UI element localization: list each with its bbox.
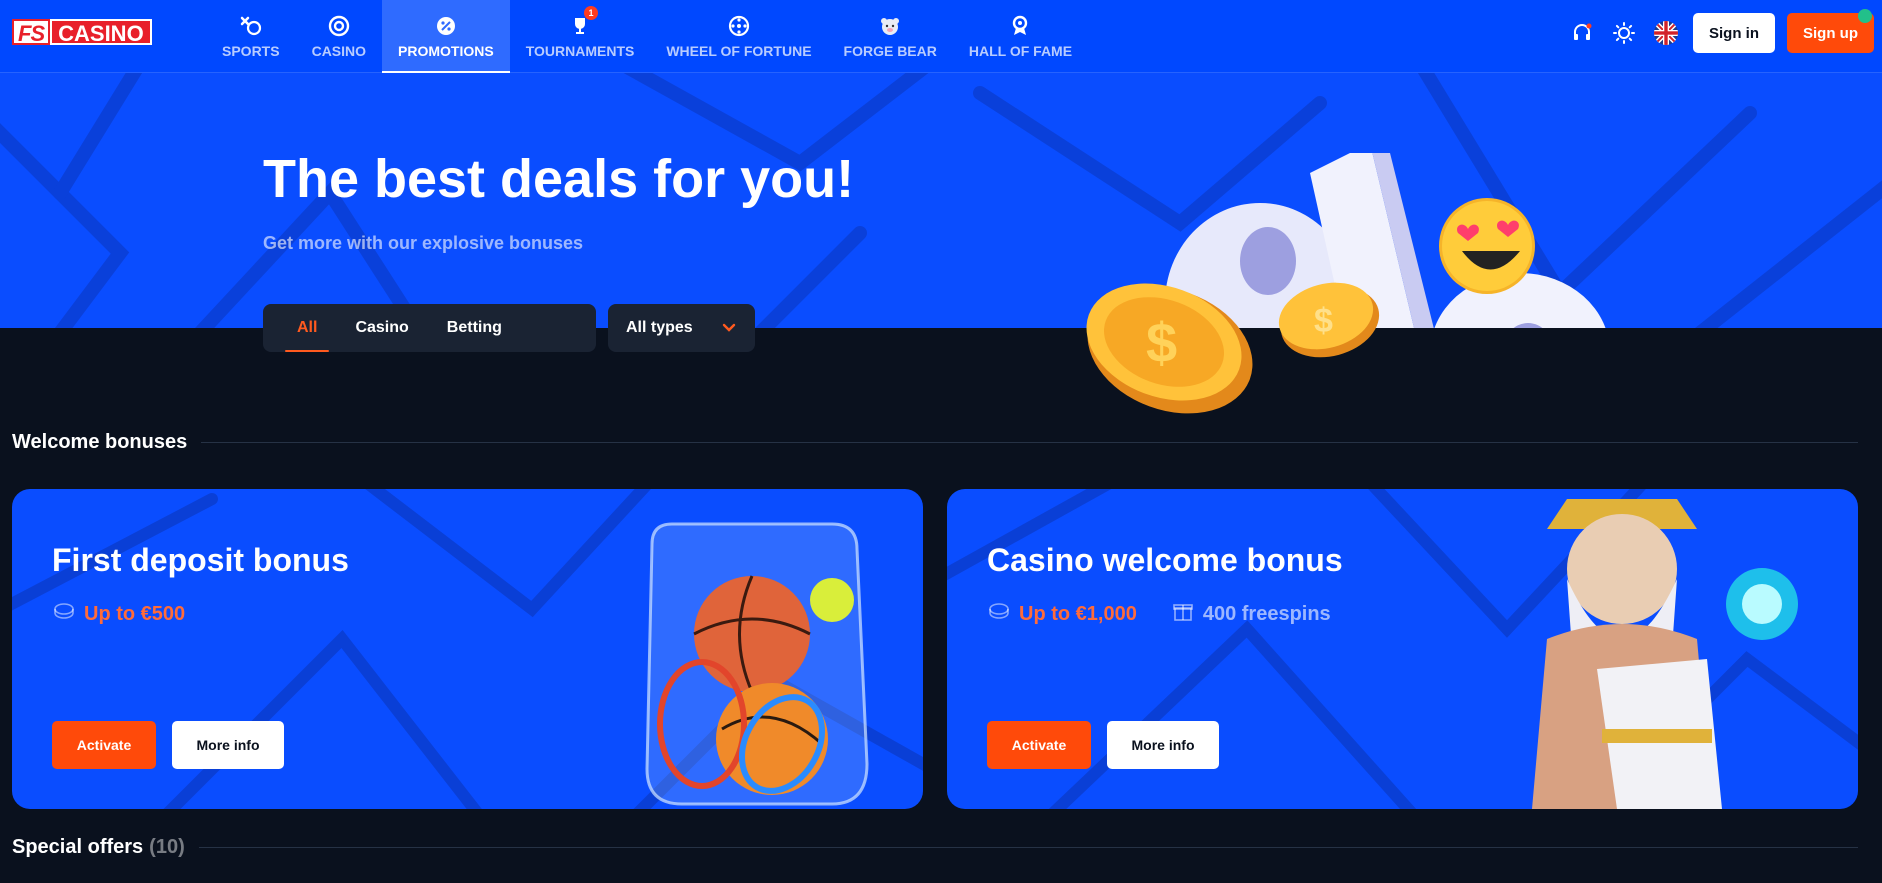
nav-label: FORGE BEAR bbox=[843, 43, 937, 59]
hero-banner: The best deals for you! Get more with ou… bbox=[0, 73, 1882, 328]
coins-icon bbox=[987, 599, 1011, 629]
nav-label: PROMOTIONS bbox=[398, 43, 494, 59]
category-tabs: All Casino Betting bbox=[263, 304, 596, 352]
nav-item-forge-bear[interactable]: FORGE BEAR bbox=[828, 0, 953, 73]
tournaments-badge: 1 bbox=[584, 6, 599, 20]
more-info-button[interactable]: More info bbox=[172, 721, 284, 769]
nav-item-wheel-of-fortune[interactable]: WHEEL OF FORTUNE bbox=[650, 0, 827, 73]
sign-up-label: Sign up bbox=[1803, 24, 1858, 42]
section-divider bbox=[201, 442, 1858, 443]
card-actions: Activate More info bbox=[52, 721, 284, 769]
freespins-text: 400 freespins bbox=[1202, 602, 1331, 625]
logo-fs-text: FS bbox=[12, 19, 51, 46]
section-count: (10) bbox=[149, 836, 185, 858]
bonus-card-casino-welcome: Casino welcome bonus Up to €1,000 400 fr… bbox=[947, 489, 1858, 809]
sports-icon bbox=[239, 14, 263, 38]
more-info-button[interactable]: More info bbox=[1107, 721, 1219, 769]
nav-item-casino[interactable]: CASINO bbox=[296, 0, 382, 73]
tab-casino[interactable]: Casino bbox=[343, 304, 420, 352]
nav-label: SPORTS bbox=[222, 43, 280, 59]
nav-item-tournaments[interactable]: 1 TOURNAMENTS bbox=[510, 0, 651, 73]
nav-item-sports[interactable]: SPORTS bbox=[206, 0, 296, 73]
zeus-character-illustration bbox=[1532, 499, 1798, 809]
welcome-bonuses-header: Welcome bonuses bbox=[12, 431, 1858, 454]
nav-label: TOURNAMENTS bbox=[525, 43, 635, 59]
gift-icon bbox=[1171, 599, 1195, 629]
svg-text:$: $ bbox=[1314, 302, 1333, 340]
bonus-card-first-deposit: First deposit bonus Up to €500 Activate … bbox=[12, 489, 923, 809]
coins-icon bbox=[52, 599, 76, 629]
chip-icon bbox=[327, 14, 351, 38]
nav-label: HALL OF FAME bbox=[968, 43, 1073, 59]
logo-casino-text: CASINO bbox=[50, 19, 152, 46]
sign-in-button[interactable]: Sign in bbox=[1693, 13, 1775, 53]
wheel-icon bbox=[727, 14, 751, 38]
nav-item-hall-of-fame[interactable]: HALL OF FAME bbox=[953, 0, 1088, 73]
sun-icon[interactable] bbox=[1609, 18, 1639, 48]
headset-icon[interactable] bbox=[1567, 18, 1597, 48]
card-title: Casino welcome bonus bbox=[987, 542, 1343, 578]
medal-icon bbox=[1008, 14, 1032, 38]
section-title: Welcome bonuses bbox=[12, 431, 188, 453]
section-divider bbox=[198, 847, 1858, 848]
special-offers-header: Special offers (10) bbox=[12, 836, 1858, 859]
tab-betting[interactable]: Betting bbox=[435, 304, 514, 352]
bear-icon bbox=[878, 14, 902, 38]
tab-all[interactable]: All bbox=[285, 304, 330, 352]
type-select[interactable]: All types bbox=[608, 304, 755, 352]
percent-badge-icon bbox=[434, 14, 458, 38]
bonus-amount-text: Up to €500 bbox=[84, 602, 186, 625]
card-meta: Up to €500 bbox=[52, 599, 185, 629]
card-meta: Up to €1,000 400 freespins bbox=[987, 599, 1331, 629]
gift-badge-icon bbox=[1858, 9, 1872, 23]
activate-button[interactable]: Activate bbox=[52, 721, 156, 769]
header-actions: Sign in Sign up bbox=[1567, 9, 1874, 53]
uk-flag-icon[interactable] bbox=[1651, 18, 1681, 48]
svg-text:$: $ bbox=[1146, 311, 1177, 374]
bonus-amount: Up to €1,000 bbox=[987, 599, 1137, 629]
sign-up-button[interactable]: Sign up bbox=[1787, 9, 1874, 53]
bonus-amount: Up to €500 bbox=[52, 599, 185, 629]
top-header: FS CASINO SPORTS CASINO PROMOTIONS 1 TOU… bbox=[0, 0, 1882, 73]
sports-gear-bag-illustration bbox=[645, 522, 869, 806]
main-nav: SPORTS CASINO PROMOTIONS 1 TOURNAMENTS W… bbox=[206, 0, 1088, 73]
freespins: 400 freespins bbox=[1171, 599, 1331, 629]
nav-item-promotions[interactable]: PROMOTIONS bbox=[382, 0, 510, 73]
card-actions: Activate More info bbox=[987, 721, 1219, 769]
fs-casino-logo[interactable]: FS CASINO bbox=[12, 19, 152, 46]
card-title: First deposit bonus bbox=[52, 542, 349, 578]
activate-button[interactable]: Activate bbox=[987, 721, 1091, 769]
nav-label: WHEEL OF FORTUNE bbox=[666, 43, 812, 59]
bonus-amount-text: Up to €1,000 bbox=[1019, 602, 1137, 625]
hero-title: The best deals for you! bbox=[263, 149, 855, 209]
chevron-down-icon bbox=[721, 320, 737, 341]
type-select-value: All types bbox=[626, 319, 693, 336]
section-title: Special offers bbox=[12, 836, 144, 858]
gold-coins-illustration: $ $ bbox=[1086, 282, 1380, 414]
nav-label: CASINO bbox=[311, 43, 367, 59]
hero-subtitle: Get more with our explosive bonuses bbox=[263, 233, 584, 253]
